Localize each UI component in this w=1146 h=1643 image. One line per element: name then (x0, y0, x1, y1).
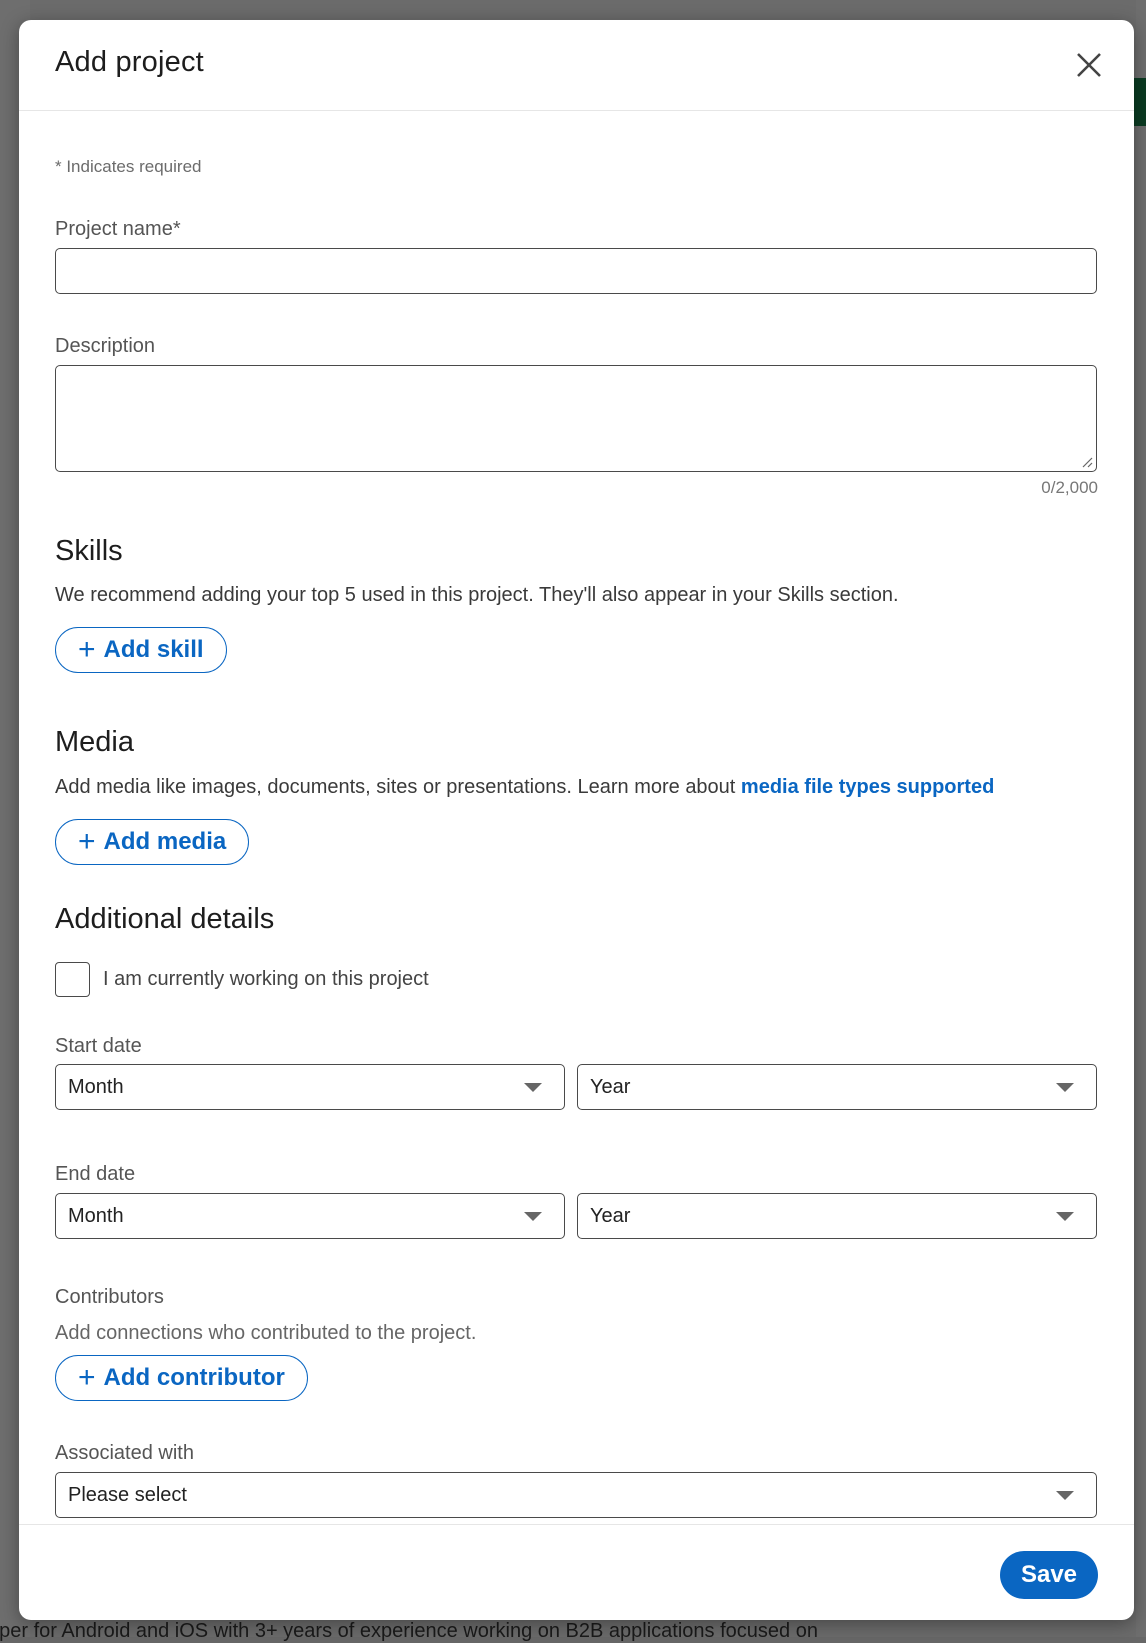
end-month-select[interactable]: Month (55, 1193, 565, 1239)
close-button[interactable] (1072, 48, 1106, 82)
background-about-text: oper for Android and iOS with 3+ years o… (0, 1620, 818, 1642)
dialog-title: Add project (55, 46, 204, 78)
media-file-types-link[interactable]: media file types supported (741, 776, 994, 798)
start-date-label: Start date (55, 1035, 142, 1057)
chevron-down-icon (1056, 1491, 1074, 1500)
start-year-select[interactable]: Year (577, 1064, 1097, 1110)
background-right-column (1136, 0, 1146, 1637)
close-icon (1077, 53, 1101, 77)
add-skill-label: Add skill (103, 636, 204, 663)
plus-icon: + (78, 825, 96, 858)
skills-heading: Skills (55, 535, 123, 567)
project-name-input[interactable] (55, 248, 1097, 294)
additional-details-heading: Additional details (55, 903, 275, 935)
dialog-footer: Save (19, 1524, 1134, 1620)
plus-icon: + (78, 1361, 96, 1394)
start-month-value: Month (68, 1076, 124, 1098)
dialog-header: Add project (19, 20, 1134, 111)
description-textarea[interactable] (55, 365, 1097, 472)
end-year-value: Year (590, 1205, 631, 1227)
associated-with-value: Please select (68, 1484, 187, 1506)
media-description-text: Add media like images, documents, sites … (55, 776, 741, 798)
add-media-label: Add media (103, 828, 227, 855)
chevron-down-icon (1056, 1212, 1074, 1221)
currently-working-label[interactable]: I am currently working on this project (103, 968, 429, 991)
currently-working-checkbox[interactable] (55, 962, 90, 997)
associated-with-select[interactable]: Please select (55, 1472, 1097, 1518)
plus-icon: + (78, 633, 96, 666)
add-media-button[interactable]: + Add media (55, 819, 250, 865)
associated-with-label: Associated with (55, 1442, 194, 1464)
add-contributor-button[interactable]: + Add contributor (55, 1355, 308, 1401)
contributors-label: Contributors (55, 1286, 164, 1308)
add-skill-button[interactable]: + Add skill (55, 627, 227, 673)
start-year-value: Year (590, 1076, 631, 1098)
end-month-value: Month (68, 1205, 124, 1227)
chevron-down-icon (1056, 1083, 1074, 1092)
description-char-count: 0/2,000 (1041, 478, 1098, 497)
end-year-select[interactable]: Year (577, 1193, 1097, 1239)
end-date-label: End date (55, 1163, 136, 1185)
start-month-select[interactable]: Month (55, 1064, 565, 1110)
resize-grip-icon[interactable] (1081, 456, 1093, 468)
chevron-down-icon (524, 1212, 542, 1221)
media-description: Add media like images, documents, sites … (55, 776, 994, 799)
media-heading: Media (55, 726, 134, 758)
description-label: Description (55, 335, 156, 357)
project-name-label: Project name* (55, 218, 181, 240)
add-project-dialog: Add project * Indicates required Project… (19, 20, 1134, 1620)
chevron-down-icon (524, 1083, 542, 1092)
add-contributor-label: Add contributor (103, 1364, 285, 1391)
required-note: * Indicates required (55, 157, 202, 176)
contributors-description: Add connections who contributed to the p… (55, 1322, 477, 1344)
skills-description: We recommend adding your top 5 used in t… (55, 584, 899, 606)
save-button[interactable]: Save (1000, 1551, 1098, 1599)
